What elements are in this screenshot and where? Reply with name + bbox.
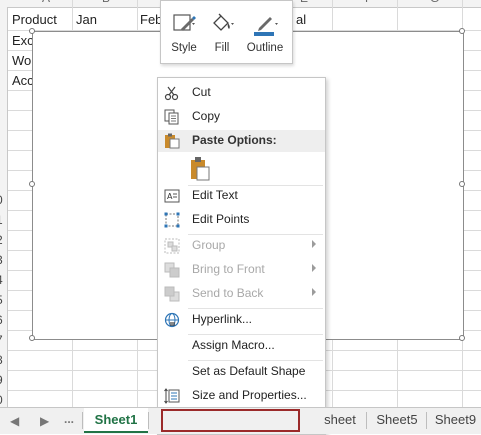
row-number[interactable]: 0 bbox=[0, 393, 3, 407]
menu-item-hyperlink-label: Hyperlink... bbox=[192, 312, 253, 326]
row-number[interactable]: 1 bbox=[0, 213, 3, 227]
menu-item-assign-macro-label: Assign Macro... bbox=[192, 338, 275, 352]
menu-item-size-properties[interactable]: Size and Properties... bbox=[158, 385, 325, 407]
cell-a4[interactable]: Acc bbox=[12, 73, 34, 88]
cell-a1[interactable]: Product bbox=[12, 12, 57, 27]
cell-b1[interactable]: Jan bbox=[76, 12, 97, 27]
menu-item-edit-text[interactable]: A Edit Text bbox=[158, 185, 325, 207]
row-number[interactable]: 8 bbox=[0, 353, 3, 367]
row-number[interactable]: 5 bbox=[0, 293, 3, 307]
paste-clipboard-icon bbox=[191, 157, 210, 181]
context-menu: Cut Copy Paste Options: A Edit Text Edit… bbox=[157, 77, 326, 435]
resize-handle[interactable] bbox=[29, 28, 35, 34]
row-number[interactable]: 7 bbox=[0, 333, 3, 347]
shape-style-icon bbox=[173, 14, 196, 31]
menu-item-bring-to-front[interactable]: Bring to Front bbox=[158, 259, 325, 281]
fill-label: Fill bbox=[214, 42, 230, 54]
menu-item-copy[interactable]: Copy bbox=[158, 106, 325, 128]
tab-more-ellipsis[interactable]: ... bbox=[64, 412, 74, 426]
tab-separator bbox=[148, 412, 149, 429]
paste-options-label: Paste Options: bbox=[192, 133, 277, 147]
row-number[interactable]: 3 bbox=[0, 253, 3, 267]
tab-separator bbox=[82, 412, 83, 429]
resize-handle[interactable] bbox=[29, 181, 35, 187]
bring-to-front-icon bbox=[164, 262, 180, 278]
menu-item-size-properties-label: Size and Properties... bbox=[192, 388, 307, 402]
row-number[interactable]: 2 bbox=[0, 233, 3, 247]
hyperlink-globe-icon bbox=[164, 312, 180, 328]
column-header-g[interactable]: G bbox=[430, 0, 439, 5]
row-number[interactable]: 6 bbox=[0, 313, 3, 327]
send-to-back-icon bbox=[164, 286, 180, 302]
menu-item-cut-label: Cut bbox=[192, 85, 211, 99]
edit-points-icon bbox=[164, 212, 180, 228]
tab-sheet5[interactable]: Sheet5 bbox=[370, 408, 424, 433]
resize-handle[interactable] bbox=[459, 181, 465, 187]
menu-item-send-to-back[interactable]: Send to Back bbox=[158, 283, 325, 305]
cell-a3[interactable]: Wo bbox=[12, 53, 31, 68]
cell-f1[interactable]: al bbox=[296, 12, 306, 27]
menu-item-assign-macro[interactable]: Assign Macro... bbox=[158, 335, 325, 357]
style-label: Style bbox=[171, 42, 197, 54]
menu-item-group-label: Group bbox=[192, 238, 226, 252]
column-header-f[interactable]: F bbox=[365, 0, 372, 5]
menu-item-edit-text-label: Edit Text bbox=[192, 188, 238, 202]
submenu-arrow-icon bbox=[312, 240, 316, 248]
clipboard-icon bbox=[165, 133, 180, 149]
outline-label: Outline bbox=[246, 42, 284, 54]
column-header-a[interactable]: A bbox=[42, 0, 50, 5]
tab-scroll-right-icon[interactable]: ▶ bbox=[40, 414, 49, 428]
menu-item-hyperlink[interactable]: Hyperlink... bbox=[158, 309, 325, 331]
menu-item-send-to-back-label: Send to Back bbox=[192, 286, 264, 300]
resize-handle[interactable] bbox=[459, 28, 465, 34]
copy-icon bbox=[164, 109, 179, 125]
paste-default-button[interactable] bbox=[188, 156, 212, 182]
cell-a2[interactable]: Exc bbox=[12, 33, 34, 48]
column-header-e[interactable]: E bbox=[300, 0, 308, 5]
menu-item-set-default-shape[interactable]: Set as Default Shape bbox=[158, 361, 325, 383]
tab-sheet9[interactable]: Sheet9 bbox=[430, 408, 481, 433]
paint-bucket-icon bbox=[213, 13, 234, 31]
tab-sheet1[interactable]: Sheet1 bbox=[84, 408, 148, 433]
format-shape-highlight-box bbox=[161, 409, 300, 432]
outline-button[interactable]: Outline bbox=[241, 5, 289, 59]
resize-handle[interactable] bbox=[459, 335, 465, 341]
menu-item-set-default-shape-label: Set as Default Shape bbox=[192, 364, 306, 378]
menu-item-group[interactable]: Group bbox=[158, 235, 325, 257]
style-button[interactable]: Style bbox=[165, 5, 203, 59]
paste-options-header: Paste Options: bbox=[158, 130, 325, 152]
row-number[interactable]: 9 bbox=[0, 373, 3, 387]
menu-item-copy-label: Copy bbox=[192, 109, 221, 123]
group-icon bbox=[164, 238, 180, 254]
row-number[interactable]: 0 bbox=[0, 193, 3, 207]
menu-item-edit-points-label: Edit Points bbox=[192, 212, 250, 226]
tab-sheet[interactable]: sheet bbox=[320, 408, 360, 433]
menu-item-bring-to-front-label: Bring to Front bbox=[192, 262, 265, 276]
submenu-arrow-icon bbox=[312, 288, 316, 296]
tab-separator bbox=[426, 412, 427, 429]
svg-text:A: A bbox=[167, 192, 173, 201]
submenu-arrow-icon bbox=[312, 264, 316, 272]
resize-handle[interactable] bbox=[29, 335, 35, 341]
mini-toolbar: Style Fill Outline bbox=[160, 0, 293, 64]
menu-item-edit-points[interactable]: Edit Points bbox=[158, 209, 325, 231]
size-properties-icon bbox=[164, 388, 180, 404]
scissors-icon bbox=[164, 86, 179, 101]
tab-scroll-left-icon[interactable]: ◀ bbox=[10, 414, 19, 428]
fill-button[interactable]: Fill bbox=[205, 5, 239, 59]
menu-item-cut[interactable]: Cut bbox=[158, 82, 325, 104]
pen-outline-icon bbox=[254, 17, 278, 36]
text-box-icon: A bbox=[164, 189, 180, 203]
column-header-b[interactable]: B bbox=[102, 0, 110, 5]
tab-separator bbox=[366, 412, 367, 429]
row-number[interactable]: 4 bbox=[0, 273, 3, 287]
row-header-column: 0 1 2 3 4 5 6 7 8 9 0 bbox=[0, 7, 8, 407]
